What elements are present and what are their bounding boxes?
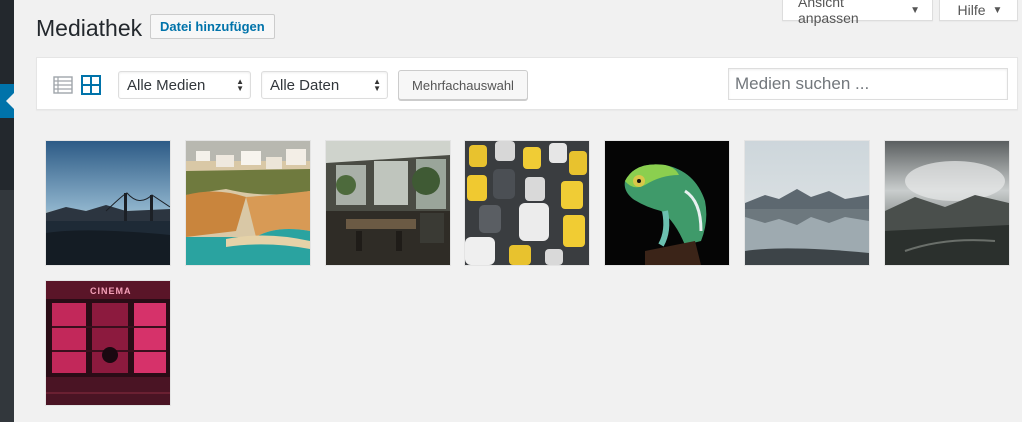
screen-meta-links: Ansicht anpassen ▼ Hilfe ▼ [782, 0, 1022, 26]
media-item[interactable] [186, 141, 310, 265]
caret-down-icon: ▼ [992, 4, 1003, 16]
caret-down-icon: ▼ [910, 4, 920, 16]
active-item-arrow-icon [6, 93, 14, 109]
media-item[interactable] [326, 141, 450, 265]
help-toggle[interactable]: Hilfe ▼ [939, 0, 1018, 21]
list-view-icon[interactable] [53, 75, 73, 95]
misty-mountain-image [885, 141, 1009, 265]
admin-menu-lower [0, 190, 14, 422]
screen-options-toggle[interactable]: Ansicht anpassen ▼ [782, 0, 933, 26]
select-arrows-icon: ▲ ▼ [236, 77, 244, 93]
neon-cinema-image: CINEMA [46, 281, 170, 405]
page-title: Mediathek [36, 15, 143, 41]
date-filter[interactable]: Alle Daten ▲ ▼ [261, 71, 388, 99]
media-type-filter[interactable]: Alle Medien ▲ ▼ [118, 71, 251, 99]
media-item[interactable] [46, 141, 170, 265]
coastal-cliffs-image [186, 141, 310, 265]
add-new-media-button[interactable]: Datei hinzufügen [150, 14, 275, 39]
screen-options-label: Ansicht anpassen [798, 0, 859, 26]
media-item[interactable] [465, 141, 589, 265]
help-label: Hilfe [957, 2, 986, 18]
media-type-filter-value: Alle Medien [127, 76, 206, 94]
media-toolbar: Alle Medien ▲ ▼ Alle Daten ▲ ▼ Mehrfachaus… [36, 57, 1018, 110]
select-arrows-icon: ▲ ▼ [373, 77, 381, 93]
date-filter-value: Alle Daten [270, 76, 340, 94]
cinema-sign-text: CINEMA [90, 286, 132, 296]
mountain-lake-image [745, 141, 869, 265]
media-item[interactable] [885, 141, 1009, 265]
chameleon-image [605, 141, 729, 265]
media-item[interactable] [605, 141, 729, 265]
media-item[interactable] [745, 141, 869, 265]
grid-view-icon[interactable] [81, 75, 101, 95]
bulk-select-button[interactable]: Mehrfachauswahl [398, 70, 528, 100]
greenhouse-interior-image [326, 141, 450, 265]
media-item[interactable]: CINEMA [46, 281, 170, 405]
media-search-input[interactable]: Medien suchen ... [728, 68, 1008, 100]
traffic-jam-image [465, 141, 589, 265]
golden-gate-bridge-image [46, 141, 170, 265]
